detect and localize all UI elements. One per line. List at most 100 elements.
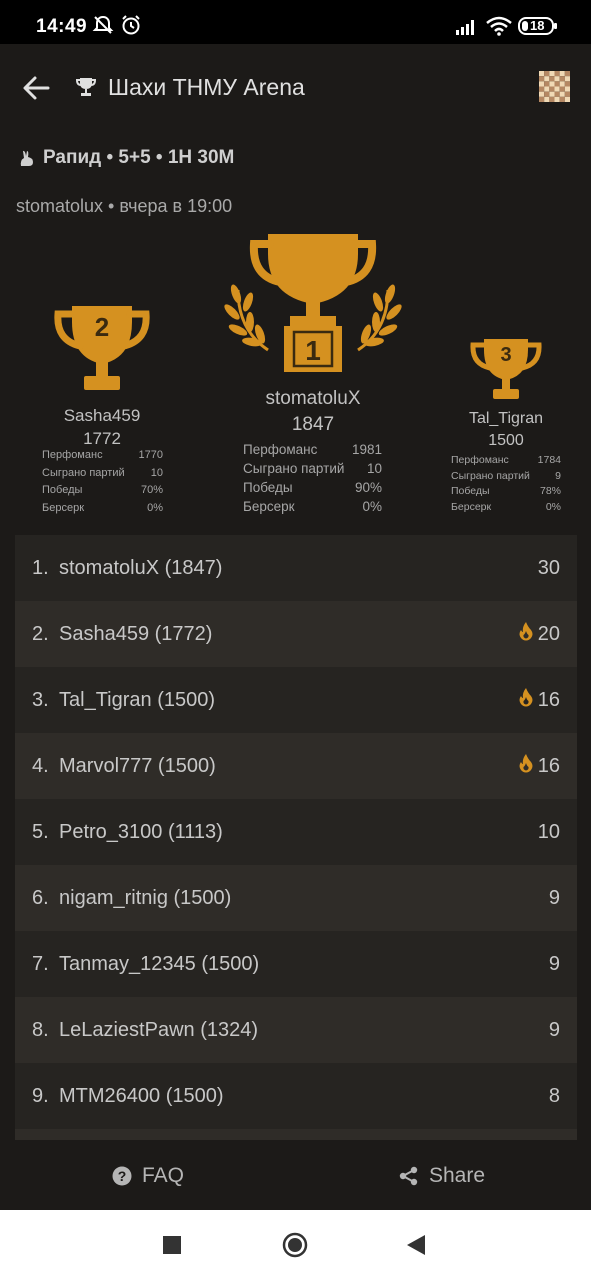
stat-row: Берсерк 0% [42,500,163,518]
standings-rank: 5. [32,820,49,843]
stat-label: Победы [42,484,83,496]
podium-third: 3 Tal_Tigran 1500 [446,336,566,450]
back-button[interactable] [18,70,54,106]
system-nav-bar [0,1210,591,1280]
standings-row[interactable]: 2. Sasha459 (1772) 20 [15,601,577,667]
podium-first: 1 stomatoluX 1847 [213,230,413,436]
svg-text:3: 3 [500,344,511,366]
battery-level: 18 [530,18,545,33]
trophy-third-icon: 3 [470,339,542,399]
podium-second-name: Sasha459 [63,406,141,425]
standings-player: Sasha459 (1772) [59,622,213,645]
stat-value: 10 [366,461,382,476]
fire-icon [518,687,534,713]
trophy-icon [75,76,97,103]
notifications-off-icon [92,14,114,41]
stat-value: 1784 [537,454,561,466]
standings-score: 20 [537,622,560,645]
standings-rank: 8. [32,1018,49,1041]
stat-row: Победы 90% [243,478,382,497]
tournament-info: Рапид • 5+5 • 1Н 30М [17,147,234,169]
home-button[interactable] [282,1232,308,1263]
standings-row[interactable]: 4. Marvol777 (1500) 16 [15,733,577,799]
standings-player: MTM26400 (1500) [59,1084,224,1107]
standings-rank: 3. [32,688,49,711]
podium-first-stats: Перфоманс 1981 Сыграно партий 10 Победы 90% Бе… [243,440,382,516]
trophy-first-icon: 1 [224,234,402,372]
stat-label: Берсерк [451,500,492,513]
standings-score: 9 [548,886,560,909]
stat-value: 0% [147,501,163,514]
recents-button[interactable] [163,1236,181,1259]
standings-rank: 9. [32,1084,49,1107]
standings-row[interactable]: 5. Petro_3100 (1113) 10 [15,799,577,865]
triangle-left-icon [407,1235,425,1255]
stat-value: 78% [539,485,561,497]
standings-row[interactable]: 9. MTM26400 (1500) 8 [15,1063,577,1129]
battery-icon: 18 [518,16,558,41]
standings-row[interactable]: 3. Tal_Tigran (1500) 16 [15,667,577,733]
circle-icon [282,1232,308,1258]
podium-first-name: stomatoluX [265,388,361,409]
stat-row: Перфоманс 1784 [451,453,561,469]
stat-label: Победы [243,480,293,495]
stat-value: 1770 [138,449,163,461]
stat-label: Перфоманс [451,454,509,466]
standings-player: LeLaziestPawn (1324) [59,1018,259,1041]
stat-value: 0% [545,500,561,513]
stat-label: Победы [451,485,490,497]
podium-second-rating: 1772 [83,429,121,448]
faq-label: FAQ [142,1164,185,1187]
faq-button[interactable]: ? FAQ [112,1164,184,1188]
stat-label: Перфоманс [243,442,318,457]
chessboard-button[interactable] [539,71,570,102]
stat-label: Берсерк [243,499,295,514]
svg-text:1: 1 [305,335,321,366]
fire-icon [518,753,534,779]
podium-third-name: Tal_Tigran [468,410,544,427]
svg-text:2: 2 [95,312,109,342]
stat-value: 9 [555,469,561,482]
standings-rank: 1. [32,556,49,579]
podium-third-rating: 1500 [488,432,524,449]
stat-label: Берсерк [42,501,85,514]
standings-player: Petro_3100 (1113) [59,820,223,843]
stat-row: Сыграно партий 10 [243,459,382,478]
stat-label: Сыграно партий [42,466,125,479]
stat-value: 0% [362,499,382,514]
page-title: Шахи ТНМУ Arena [108,74,305,100]
square-icon [163,1236,181,1254]
stat-label: Сыграно партий [243,461,345,476]
standings-score: 10 [537,820,560,843]
podium-first-rating: 1847 [291,414,335,435]
bottom-bar: ? FAQ Share [0,1140,591,1210]
standings-row[interactable]: 6. nigam_ritnig (1500) 9 [15,865,577,931]
standings-rank: 7. [32,952,49,975]
arrow-left-icon [23,76,50,100]
podium-second-stats: Перфоманс 1770 Сыграно партий 10 Победы 70% Бе… [42,447,163,517]
status-time: 14:49 [36,16,88,37]
rabbit-icon [20,150,33,166]
stat-row: Берсерк 0% [243,497,382,516]
alarm-icon [120,14,142,41]
status-bar: 14:49 18 [0,0,591,44]
standings-score: 16 [537,754,560,777]
share-button[interactable]: Share [399,1164,485,1188]
standings-rank: 2. [32,622,49,645]
share-label: Share [429,1164,486,1187]
back-nav-button[interactable] [406,1234,426,1261]
standings-player: stomatoluX (1847) [59,556,223,579]
stat-value: 10 [150,466,163,479]
standings-row[interactable]: 7. Tanmay_12345 (1500) 9 [15,931,577,997]
standings-row[interactable]: 8. LeLaziestPawn (1324) 9 [15,997,577,1063]
stat-value: 70% [140,484,163,496]
fire-icon [518,621,534,647]
standings-list[interactable]: 1. stomatoluX (1847) 30 2. Sasha459 (1772) 20… [15,535,577,1141]
standings-rank: 6. [32,886,49,909]
standings-player: nigam_ritnig (1500) [59,886,232,909]
standings-row[interactable]: 1. stomatoluX (1847) 30 [15,535,577,601]
stat-row: Сыграно партий 9 [451,469,561,485]
standings-player: Tal_Tigran (1500) [59,688,216,711]
standings-score: 8 [548,1084,560,1107]
stat-row: Победы 70% [42,482,163,500]
